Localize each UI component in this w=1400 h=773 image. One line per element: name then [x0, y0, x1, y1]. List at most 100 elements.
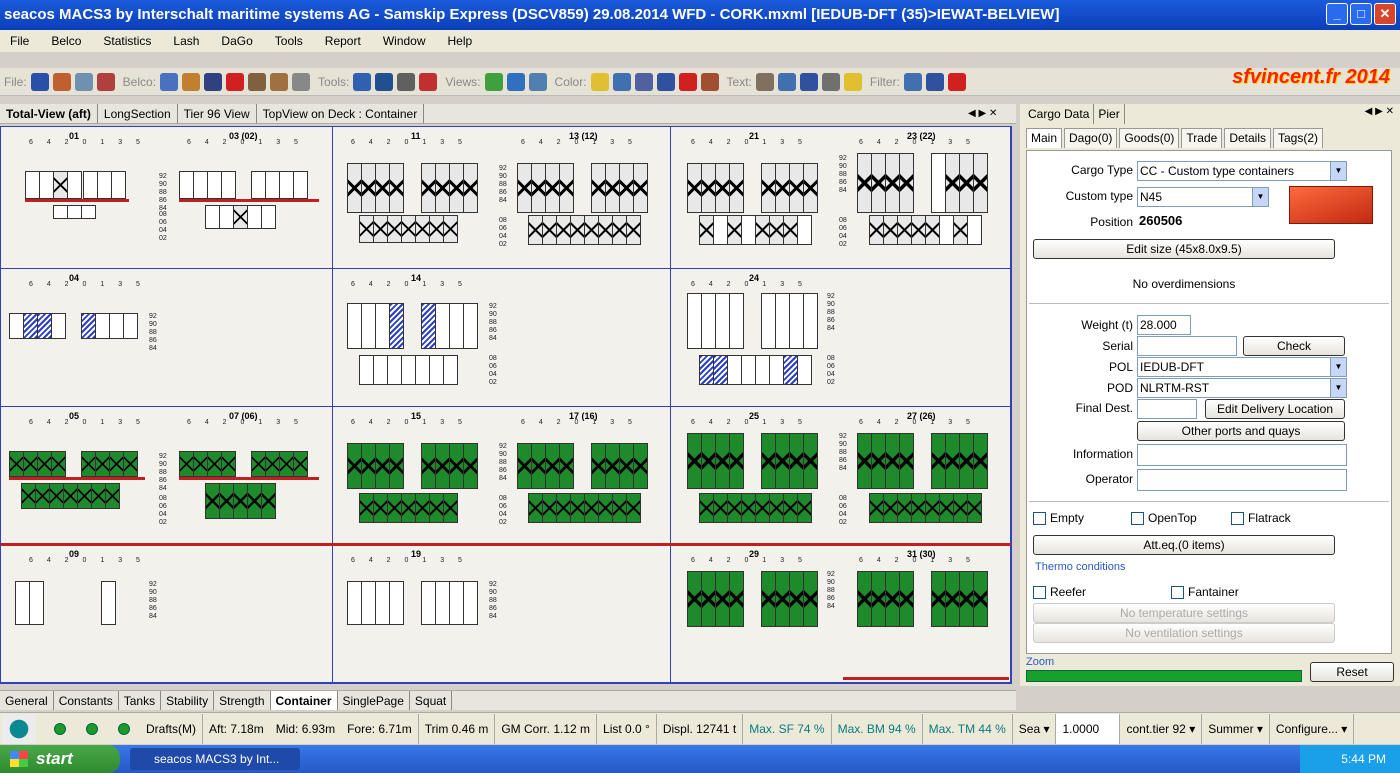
container-stack[interactable]	[421, 303, 478, 349]
sea-dropdown[interactable]: Sea ▾	[1013, 713, 1057, 744]
container-stack[interactable]	[347, 163, 404, 213]
container-slot[interactable]	[208, 171, 222, 199]
container-slot[interactable]	[804, 163, 818, 213]
container-slot[interactable]	[858, 153, 872, 213]
container-slot[interactable]	[960, 153, 974, 213]
container-slot[interactable]	[762, 163, 776, 213]
container-slot[interactable]	[194, 451, 208, 477]
container-slot[interactable]	[374, 493, 388, 523]
container-slot[interactable]	[872, 433, 886, 489]
container-slot[interactable]	[430, 215, 444, 243]
database-icon[interactable]	[821, 72, 840, 91]
container-slot[interactable]	[784, 215, 798, 245]
container-slot[interactable]	[974, 571, 988, 627]
container-stack[interactable]	[528, 215, 641, 245]
container-slot[interactable]	[858, 571, 872, 627]
empty-checkbox[interactable]: Empty	[1033, 511, 1084, 526]
container-slot[interactable]	[348, 581, 362, 625]
list-icon[interactable]	[74, 72, 93, 91]
container-slot[interactable]	[898, 493, 912, 523]
menu-statistics[interactable]: Statistics	[93, 30, 163, 52]
container-slot[interactable]	[518, 443, 532, 489]
final-destination-input[interactable]	[1137, 399, 1197, 419]
container-slot[interactable]	[444, 215, 458, 243]
container-slot[interactable]	[110, 313, 124, 339]
anchor-icon[interactable]	[375, 72, 394, 91]
container-slot[interactable]	[416, 493, 430, 523]
container-slot[interactable]	[804, 433, 818, 489]
bay-plan-grid[interactable]: 01 03 (02) 11 13 (12) 21 23 (22) 6 4 2 0 1 3 5…	[0, 126, 1012, 684]
container-stack[interactable]	[591, 443, 648, 489]
container-slot[interactable]	[266, 171, 280, 199]
container-slot[interactable]	[102, 581, 116, 625]
container-slot[interactable]	[776, 571, 790, 627]
container-slot[interactable]	[78, 483, 92, 509]
container-slot[interactable]	[790, 433, 804, 489]
container-slot[interactable]	[360, 355, 374, 385]
container-slot[interactable]	[362, 303, 376, 349]
tab-stability[interactable]: Stability	[161, 691, 215, 710]
container-slot[interactable]	[790, 163, 804, 213]
container-slot[interactable]	[613, 215, 627, 245]
container-stack[interactable]	[528, 493, 641, 523]
container-slot[interactable]	[762, 293, 776, 349]
zoom-slider[interactable]	[1026, 670, 1302, 682]
container-slot[interactable]	[36, 483, 50, 509]
start-button[interactable]: start	[0, 745, 120, 773]
container-slot[interactable]	[592, 163, 606, 213]
container-slot[interactable]	[252, 451, 266, 477]
container-slot[interactable]	[518, 163, 532, 213]
container-slot[interactable]	[954, 215, 968, 245]
container-slot[interactable]	[376, 163, 390, 213]
warning-icon[interactable]	[226, 72, 245, 91]
container-slot[interactable]	[464, 163, 478, 213]
menu-report[interactable]: Report	[315, 30, 373, 52]
container-slot[interactable]	[82, 313, 96, 339]
container-slot[interactable]	[798, 493, 812, 523]
container-stack[interactable]	[699, 215, 812, 245]
container-slot[interactable]	[54, 205, 68, 219]
container-stack[interactable]	[251, 451, 308, 477]
container-stack[interactable]	[869, 215, 982, 245]
att-eq-button[interactable]: Att.eq.(0 items)	[1033, 535, 1335, 555]
container-slot[interactable]	[84, 171, 98, 199]
tab-goods[interactable]: Goods(0)	[1119, 128, 1180, 148]
container-stack[interactable]	[857, 571, 914, 627]
flatrack-checkbox[interactable]: Flatrack	[1231, 511, 1291, 526]
save-icon[interactable]	[30, 72, 49, 91]
custom-type-select[interactable]: N45 ▼	[1137, 187, 1269, 207]
container-stack[interactable]	[347, 303, 404, 349]
container-slot[interactable]	[926, 493, 940, 523]
container-slot[interactable]	[714, 355, 728, 385]
container-slot[interactable]	[700, 355, 714, 385]
container-slot[interactable]	[444, 493, 458, 523]
container-slot[interactable]	[784, 355, 798, 385]
container-slot[interactable]	[416, 215, 430, 243]
container-slot[interactable]	[222, 451, 236, 477]
pol-select[interactable]: IEDUB-DFT ▼	[1137, 357, 1347, 377]
container-slot[interactable]	[770, 493, 784, 523]
tab-container[interactable]: Container	[270, 691, 338, 710]
container-slot[interactable]	[702, 293, 716, 349]
serial-input[interactable]	[1137, 336, 1237, 356]
tab-pier[interactable]: Pier	[1094, 104, 1125, 124]
other-ports-button[interactable]: Other ports and quays	[1137, 421, 1345, 441]
container-slot[interactable]	[702, 163, 716, 213]
container-slot[interactable]	[436, 303, 450, 349]
container-slot[interactable]	[560, 163, 574, 213]
container-stack[interactable]	[421, 163, 478, 213]
tab-dago[interactable]: Dago(0)	[1064, 128, 1118, 148]
container-stack[interactable]	[359, 493, 458, 523]
container-slot[interactable]	[543, 215, 557, 245]
ship-red-icon[interactable]	[96, 72, 115, 91]
menu-window[interactable]: Window	[373, 30, 438, 52]
container-slot[interactable]	[348, 443, 362, 489]
container-slot[interactable]	[592, 443, 606, 489]
container-slot[interactable]	[180, 171, 194, 199]
container-slot[interactable]	[106, 483, 120, 509]
container-slot[interactable]	[700, 215, 714, 245]
container-slot[interactable]	[798, 215, 812, 245]
container-slot[interactable]	[206, 483, 220, 519]
factor-input[interactable]: 1.0000	[1056, 713, 1121, 744]
container-slot[interactable]	[716, 293, 730, 349]
